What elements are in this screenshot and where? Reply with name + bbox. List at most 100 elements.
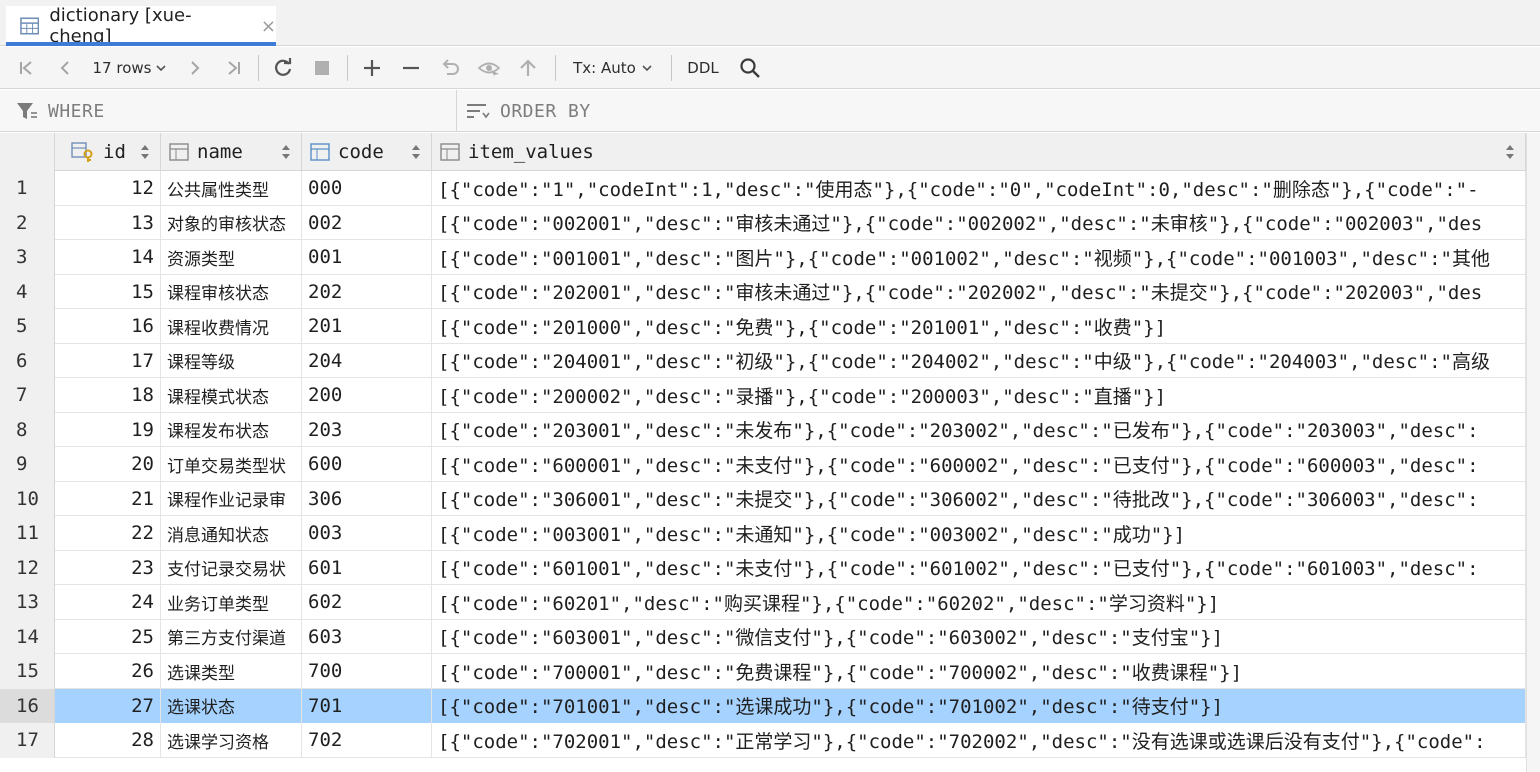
cell-item-values[interactable]: [{"code":"702001","desc":"正常学习"},{"code"… — [432, 723, 1526, 758]
cell-name[interactable]: 支付记录交易状 — [161, 550, 302, 585]
table-row[interactable]: 7 18 课程模式状态 200 [{"code":"200002","desc":"录播… — [0, 378, 1526, 413]
cell-id[interactable]: 20 — [55, 447, 161, 482]
stop-button[interactable] — [309, 47, 335, 89]
cell-name[interactable]: 消息通知状态 — [161, 516, 302, 551]
ddl-button[interactable]: DDL — [684, 47, 722, 89]
row-number[interactable]: 13 — [0, 585, 55, 620]
row-number[interactable]: 16 — [0, 688, 55, 723]
table-row[interactable]: 6 17 课程等级 204 [{"code":"204001","desc":"初级"}… — [0, 343, 1526, 378]
cell-code[interactable]: 002 — [302, 205, 432, 240]
cell-code[interactable]: 700 — [302, 654, 432, 689]
row-number[interactable]: 1 — [0, 171, 55, 206]
table-row[interactable]: 16 27 选课状态 701 [{"code":"701001","desc":"选课成… — [0, 688, 1526, 723]
cell-name[interactable]: 资源类型 — [161, 240, 302, 275]
cell-id[interactable]: 22 — [55, 516, 161, 551]
delete-row-button[interactable] — [398, 47, 424, 89]
cell-item-values[interactable]: [{"code":"601001","desc":"未支付"},{"code":… — [432, 550, 1526, 585]
cell-id[interactable]: 12 — [55, 171, 161, 206]
cell-code[interactable]: 203 — [302, 412, 432, 447]
vertical-scrollbar[interactable] — [1526, 133, 1540, 772]
rows-count-dropdown[interactable]: 17 rows — [88, 47, 172, 89]
cell-code[interactable]: 602 — [302, 585, 432, 620]
row-number[interactable]: 3 — [0, 240, 55, 275]
table-row[interactable]: 17 28 选课学习资格 702 [{"code":"702001","desc":"正… — [0, 723, 1526, 758]
cell-id[interactable]: 24 — [55, 585, 161, 620]
cell-id[interactable]: 26 — [55, 654, 161, 689]
cell-name[interactable]: 订单交易类型状 — [161, 447, 302, 482]
table-row[interactable]: 10 21 课程作业记录审 306 [{"code":"306001","desc":"… — [0, 481, 1526, 516]
table-row[interactable]: 4 15 课程审核状态 202 [{"code":"202001","desc":"审核… — [0, 274, 1526, 309]
row-number[interactable]: 15 — [0, 654, 55, 689]
row-number[interactable]: 12 — [0, 550, 55, 585]
table-row[interactable]: 12 23 支付记录交易状 601 [{"code":"601001","desc":"… — [0, 550, 1526, 585]
cell-item-values[interactable]: [{"code":"003001","desc":"未通知"},{"code":… — [432, 516, 1526, 551]
table-row[interactable]: 9 20 订单交易类型状 600 [{"code":"600001","desc":"未… — [0, 447, 1526, 482]
table-row[interactable]: 5 16 课程收费情况 201 [{"code":"201000","desc":"免费… — [0, 309, 1526, 344]
cell-code[interactable]: 001 — [302, 240, 432, 275]
table-row[interactable]: 15 26 选课类型 700 [{"code":"700001","desc":"免费课… — [0, 654, 1526, 689]
row-number[interactable]: 14 — [0, 619, 55, 654]
revert-button[interactable] — [437, 47, 463, 89]
cell-name[interactable]: 选课类型 — [161, 654, 302, 689]
refresh-button[interactable] — [270, 47, 296, 89]
cell-code[interactable]: 201 — [302, 309, 432, 344]
cell-code[interactable]: 702 — [302, 723, 432, 758]
table-row[interactable]: 3 14 资源类型 001 [{"code":"001001","desc":"图片"}… — [0, 240, 1526, 275]
cell-item-values[interactable]: [{"code":"201000","desc":"免费"},{"code":"… — [432, 309, 1526, 344]
row-number[interactable]: 5 — [0, 309, 55, 344]
column-header-name[interactable]: name — [161, 133, 302, 171]
cell-code[interactable]: 202 — [302, 274, 432, 309]
cell-id[interactable]: 25 — [55, 619, 161, 654]
cell-id[interactable]: 15 — [55, 274, 161, 309]
sort-arrows-icon[interactable] — [411, 143, 421, 161]
add-row-button[interactable] — [359, 47, 385, 89]
cell-item-values[interactable]: [{"code":"603001","desc":"微信支付"},{"code"… — [432, 619, 1526, 654]
cell-id[interactable]: 14 — [55, 240, 161, 275]
table-row[interactable]: 13 24 业务订单类型 602 [{"code":"60201","desc":"购买… — [0, 585, 1526, 620]
cell-name[interactable]: 课程等级 — [161, 343, 302, 378]
submit-button[interactable] — [515, 47, 541, 89]
cell-item-values[interactable]: [{"code":"001001","desc":"图片"},{"code":"… — [432, 240, 1526, 275]
first-page-button[interactable] — [14, 47, 40, 89]
order-by-input[interactable]: ORDER BY — [466, 90, 966, 132]
column-header-code[interactable]: code — [302, 133, 432, 171]
cell-item-values[interactable]: [{"code":"202001","desc":"审核未通过"},{"code… — [432, 274, 1526, 309]
row-number[interactable]: 9 — [0, 447, 55, 482]
cell-item-values[interactable]: [{"code":"1","codeInt":1,"desc":"使用态"},{… — [432, 171, 1526, 206]
close-icon[interactable]: × — [261, 16, 276, 37]
row-number[interactable]: 6 — [0, 343, 55, 378]
cell-name[interactable]: 第三方支付渠道 — [161, 619, 302, 654]
cell-item-values[interactable]: [{"code":"306001","desc":"未提交"},{"code":… — [432, 481, 1526, 516]
table-row[interactable]: 1 12 公共属性类型 000 [{"code":"1","codeInt":1,"de… — [0, 171, 1526, 206]
row-number[interactable]: 4 — [0, 274, 55, 309]
cell-item-values[interactable]: [{"code":"200002","desc":"录播"},{"code":"… — [432, 378, 1526, 413]
cell-code[interactable]: 306 — [302, 481, 432, 516]
cell-code[interactable]: 701 — [302, 688, 432, 723]
cell-name[interactable]: 课程发布状态 — [161, 412, 302, 447]
cell-id[interactable]: 17 — [55, 343, 161, 378]
sort-arrows-icon[interactable] — [140, 143, 150, 161]
cell-item-values[interactable]: [{"code":"60201","desc":"购买课程"},{"code":… — [432, 585, 1526, 620]
cell-name[interactable]: 课程模式状态 — [161, 378, 302, 413]
where-filter-input[interactable]: WHERE — [16, 90, 446, 132]
table-row[interactable]: 14 25 第三方支付渠道 603 [{"code":"603001","desc":"… — [0, 619, 1526, 654]
next-page-button[interactable] — [182, 47, 208, 89]
sort-arrows-icon[interactable] — [1505, 143, 1515, 161]
cell-id[interactable]: 27 — [55, 688, 161, 723]
cell-name[interactable]: 选课学习资格 — [161, 723, 302, 758]
cell-code[interactable]: 204 — [302, 343, 432, 378]
preview-pending-button[interactable] — [476, 47, 502, 89]
search-button[interactable] — [737, 47, 763, 89]
cell-item-values[interactable]: [{"code":"002001","desc":"审核未通过"},{"code… — [432, 205, 1526, 240]
row-number[interactable]: 11 — [0, 516, 55, 551]
transaction-mode-dropdown[interactable]: Tx: Auto — [568, 47, 658, 89]
cell-name[interactable]: 课程审核状态 — [161, 274, 302, 309]
cell-name[interactable]: 业务订单类型 — [161, 585, 302, 620]
cell-item-values[interactable]: [{"code":"204001","desc":"初级"},{"code":"… — [432, 343, 1526, 378]
previous-page-button[interactable] — [52, 47, 78, 89]
cell-code[interactable]: 601 — [302, 550, 432, 585]
row-number[interactable]: 8 — [0, 412, 55, 447]
cell-code[interactable]: 200 — [302, 378, 432, 413]
cell-name[interactable]: 课程收费情况 — [161, 309, 302, 344]
table-row[interactable]: 11 22 消息通知状态 003 [{"code":"003001","desc":"未… — [0, 516, 1526, 551]
